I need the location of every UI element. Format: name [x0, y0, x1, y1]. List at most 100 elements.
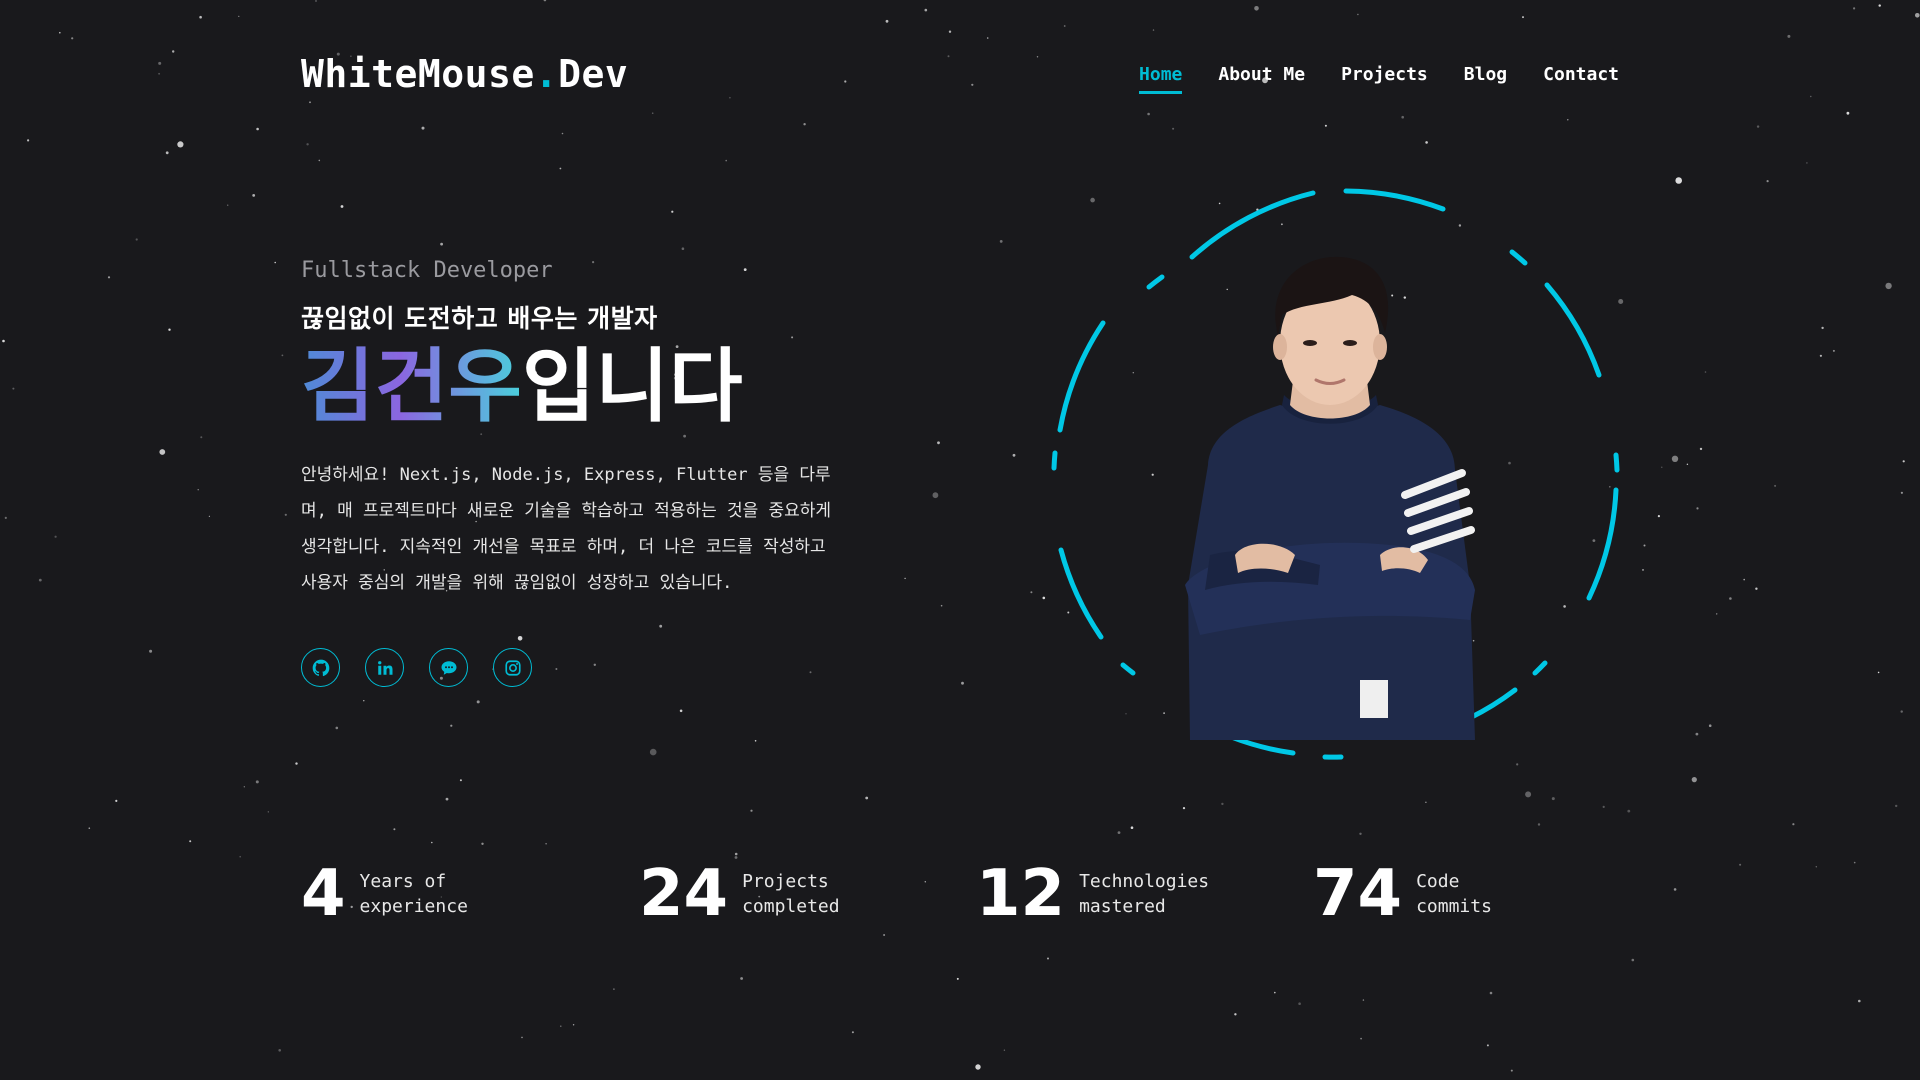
star [168, 328, 171, 331]
star [476, 700, 480, 704]
star [1012, 453, 1016, 457]
star [865, 796, 869, 800]
star [1525, 791, 1532, 798]
star [165, 151, 169, 155]
star [1602, 805, 1605, 809]
star [278, 1049, 282, 1052]
star [1755, 587, 1758, 590]
star [725, 159, 727, 162]
star [255, 780, 259, 784]
star [1486, 1044, 1489, 1047]
intro-line: 생각합니다. 지속적인 개선을 목표로 하며, 더 나은 코드를 작성하고 [301, 537, 826, 557]
star [1885, 282, 1892, 290]
nav-item-projects[interactable]: Projects [1341, 64, 1428, 93]
hero-subtitle: Fullstack Developer [301, 258, 553, 283]
star [1902, 460, 1905, 463]
nav-item-home[interactable]: Home [1139, 64, 1183, 94]
star [1631, 958, 1635, 962]
star [1853, 861, 1856, 864]
star [1130, 826, 1134, 829]
intro-line: 안녕하세요! Next.js, Node.js, Express, Flutte… [301, 465, 831, 485]
star [12, 387, 15, 390]
star [159, 449, 166, 455]
star [1699, 447, 1703, 451]
star [517, 636, 523, 641]
star [450, 724, 453, 727]
star [200, 436, 203, 439]
star [189, 840, 192, 843]
star [38, 578, 42, 582]
star [340, 205, 344, 208]
main-nav: Home About Me Projects Blog Contact [1139, 64, 1619, 94]
star [649, 748, 657, 756]
star [734, 852, 738, 856]
star [1030, 591, 1033, 594]
stat-label: Years of experience [360, 869, 500, 919]
stat-value: 12 [976, 857, 1066, 931]
chat-icon [440, 659, 458, 677]
site-logo[interactable]: WhiteMouse.Dev [301, 52, 628, 96]
star [135, 238, 138, 241]
star [1657, 515, 1660, 518]
chat-link[interactable] [429, 648, 468, 687]
star [1117, 831, 1121, 834]
star [1743, 578, 1745, 581]
star [281, 354, 284, 357]
github-icon [311, 658, 331, 678]
logo-text-main: WhiteMouse [301, 52, 535, 96]
star [659, 624, 663, 628]
linkedin-link[interactable] [365, 648, 404, 687]
intro-line: 사용자 중심의 개발을 위해 끊임없이 성장하고 있습니다. [301, 573, 733, 593]
star [1551, 797, 1555, 801]
star [1806, 162, 1808, 164]
stats-row: 4 Years of experience 24 Projects complete… [301, 862, 1621, 942]
social-links [301, 648, 532, 687]
stat-value: 4 [301, 857, 346, 931]
github-link[interactable] [301, 648, 340, 687]
star [560, 1025, 562, 1027]
star [904, 577, 906, 580]
stat-label-line: experience [359, 896, 468, 917]
star [521, 1036, 523, 1039]
star [1489, 991, 1493, 995]
stat-commits: 74 Code commits [1313, 862, 1556, 926]
star [1537, 823, 1541, 826]
instagram-link[interactable] [493, 648, 532, 687]
star [107, 276, 111, 279]
star [239, 855, 241, 858]
star [750, 809, 753, 812]
nav-item-contact[interactable]: Contact [1543, 64, 1619, 93]
stat-years: 4 Years of experience [301, 862, 500, 926]
star [252, 194, 256, 197]
stat-label-line: Technologies [1079, 871, 1210, 892]
star [1003, 1049, 1006, 1051]
star [1234, 1013, 1237, 1016]
star [445, 797, 449, 801]
star [1877, 671, 1880, 674]
stat-label-line: mastered [1079, 896, 1166, 917]
star [681, 247, 685, 250]
star [318, 159, 321, 162]
star [1704, 371, 1707, 373]
star [1895, 804, 1898, 808]
star [481, 842, 484, 845]
star [809, 671, 812, 674]
star [1627, 809, 1631, 813]
star [1675, 177, 1682, 184]
star [1792, 823, 1795, 826]
star [1510, 1069, 1513, 1072]
nav-item-blog[interactable]: Blog [1464, 64, 1507, 93]
star [1221, 802, 1224, 806]
stat-technologies: 12 Technologies mastered [976, 862, 1219, 926]
star [679, 709, 683, 713]
star [1900, 710, 1903, 713]
star [961, 681, 964, 685]
star [459, 779, 462, 782]
star [1643, 544, 1646, 547]
star [545, 843, 547, 845]
star [1821, 326, 1824, 330]
star [613, 988, 615, 990]
star [1274, 991, 1276, 994]
star [440, 242, 443, 246]
nav-item-about-me[interactable]: About Me [1218, 64, 1305, 93]
